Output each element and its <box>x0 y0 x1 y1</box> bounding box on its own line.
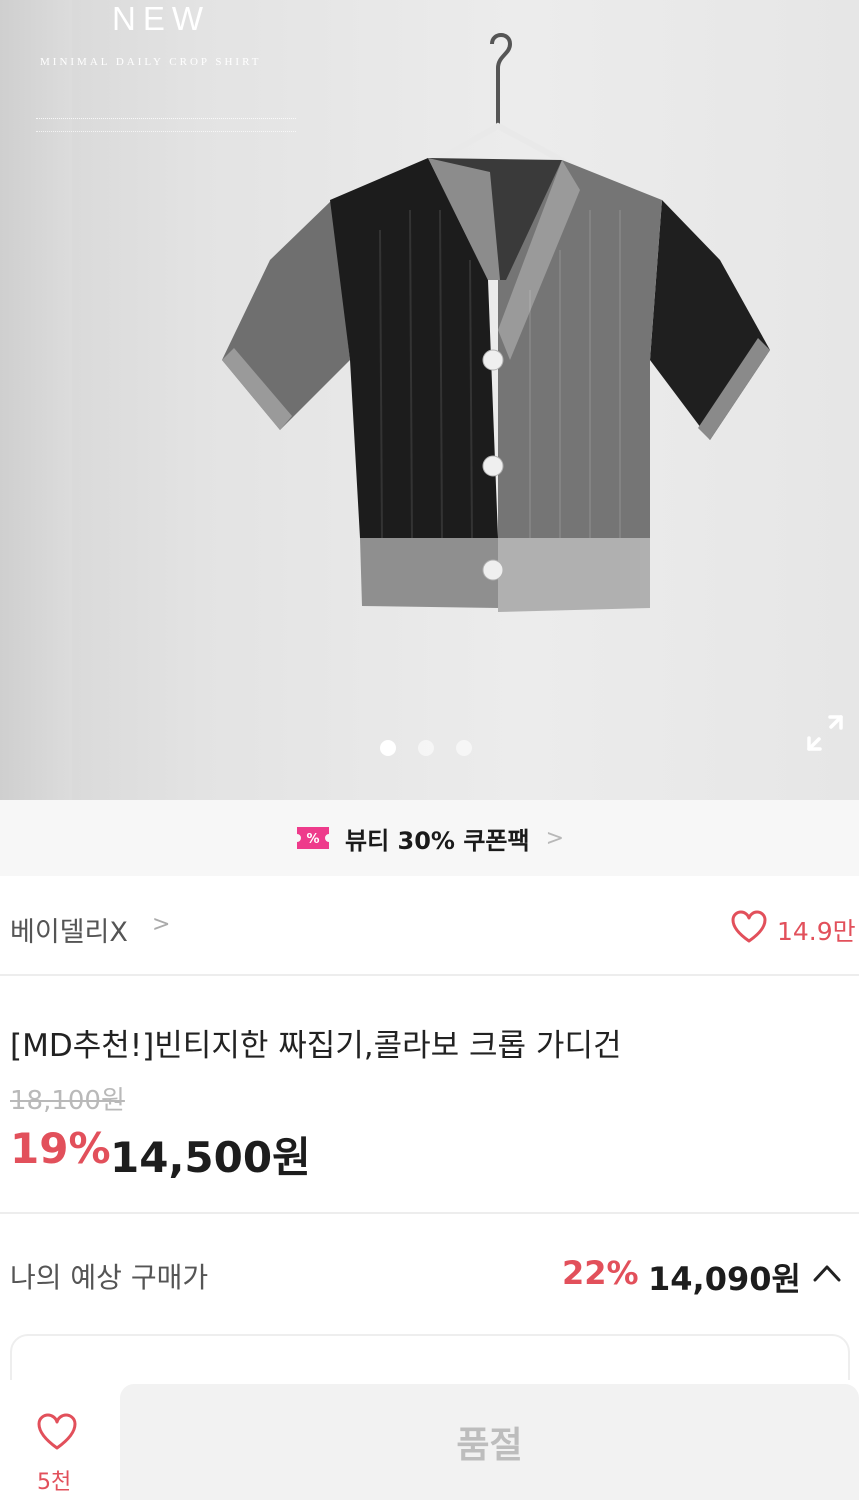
chevron-up-icon[interactable] <box>812 1262 842 1284</box>
fullscreen-expand-icon[interactable] <box>804 712 846 754</box>
coupon-banner[interactable]: % 뷰티 30% 쿠폰팩 > <box>0 800 859 876</box>
original-price: 18,100원 <box>10 1086 125 1116</box>
chevron-right-icon: > <box>152 912 171 937</box>
carousel-dot-3[interactable] <box>456 740 472 756</box>
carousel-dot-1[interactable] <box>380 740 396 756</box>
carousel-dot-2[interactable] <box>418 740 434 756</box>
expected-price: 14,090원 <box>648 1260 801 1298</box>
product-detail-page: NEW MINIMAL DAILY CROP SHIRT % 뷰티 30% 쿠폰… <box>0 0 859 1500</box>
divider <box>0 1212 859 1214</box>
product-title: [MD추천!]빈티지한 짜집기,콜라보 크롭 가디건 <box>10 1028 622 1064</box>
svg-text:%: % <box>306 832 319 847</box>
heart-outline-icon[interactable] <box>730 909 768 945</box>
bottom-action-bar: 5천 품절 <box>0 1380 859 1500</box>
seller-row: 베이델리X > 14.9만 <box>0 876 859 976</box>
expected-price-label: 나의 예상 구매가 <box>10 1261 209 1294</box>
chevron-right-icon: > <box>545 825 564 851</box>
expected-discount-rate: 22% <box>562 1254 639 1292</box>
wishlist-count: 5천 <box>37 1470 72 1495</box>
product-image-carousel[interactable]: NEW MINIMAL DAILY CROP SHIRT <box>0 0 859 800</box>
seller-name-link[interactable]: 베이델리X <box>10 910 128 949</box>
heart-outline-icon[interactable] <box>36 1412 78 1452</box>
discount-rate: 19% <box>10 1124 111 1173</box>
sold-out-button[interactable]: 품절 <box>120 1384 859 1500</box>
coupon-label: 뷰티 30% 쿠폰팩 <box>345 826 530 855</box>
cardigan-photo <box>222 33 770 612</box>
image-overlay-title: NEW <box>112 0 210 37</box>
sale-price: 14,500원 <box>110 1133 311 1182</box>
store-like-count: 14.9만 <box>777 917 856 946</box>
carousel-indicator[interactable] <box>380 740 472 756</box>
coupon-ticket-icon: % <box>297 827 329 849</box>
